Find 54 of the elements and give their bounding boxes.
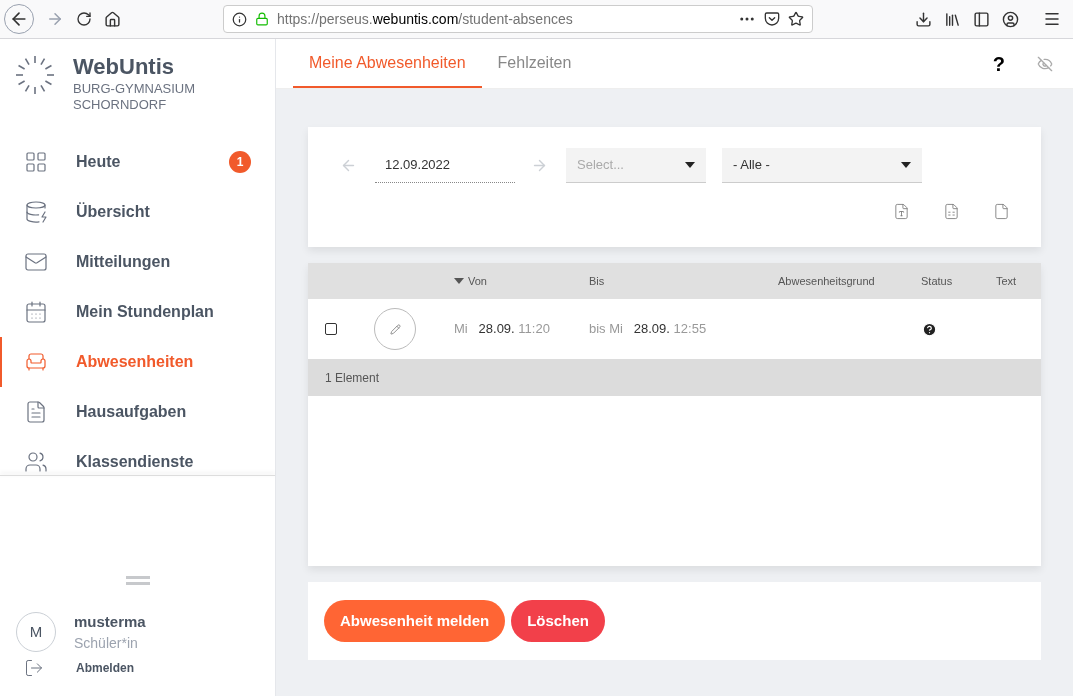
nav-item[interactable]: Mein Stundenplan [0,286,275,337]
count-badge: 1 [229,150,251,173]
url-text: https://perseus.webuntis.com/student-absences [277,9,574,29]
action-button[interactable]: Löschen [511,600,605,642]
school-name: SCHORNDORF [73,96,168,113]
from-date: Mi 28.09. 11:20 [454,320,551,339]
calendar-icon [24,299,48,324]
nav-item[interactable]: Klassendienste [0,436,275,475]
star-icon[interactable] [788,11,804,27]
sidebar-icon[interactable] [973,10,990,28]
logout-link[interactable]: Abmelden [76,659,134,677]
download-icon[interactable] [915,10,932,28]
document-icon [24,399,48,424]
element-count: 1 Element [325,369,380,387]
grid-icon [24,149,48,174]
caret-icon [685,162,695,168]
table-row[interactable]: Mi 28.09. 11:20 bis Mi 28.09. 12:55 [308,299,1041,359]
address-bar[interactable]: https://perseus.webuntis.com/student-absences [223,5,813,33]
column-header[interactable]: Text [996,272,1041,290]
column-header[interactable]: Status [921,272,996,290]
users-icon [24,449,48,474]
home-icon[interactable] [104,10,121,28]
column-header[interactable]: Bis [589,272,778,290]
brand-title: WebUntis [73,53,176,81]
help-link[interactable]: ? [992,48,1005,79]
tab[interactable]: Fehlzeiten [481,40,588,88]
school-name: BURG-GYMNASIUM [73,80,196,97]
status-dropdown[interactable]: - Alle - [722,148,922,183]
pencil-icon [389,323,401,335]
logo-icon [13,53,57,97]
drag-handle-icon[interactable] [125,575,150,585]
user-role: Schüler*in [74,634,139,653]
library-icon[interactable] [944,10,961,28]
row-checkbox[interactable] [325,323,337,335]
help-circle-icon [922,321,937,337]
info-icon [232,11,247,27]
nav-item[interactable]: Mitteilungen [0,236,275,287]
lock-icon [255,12,269,26]
nav-item[interactable]: Übersicht [0,186,275,237]
reload-icon[interactable] [76,11,92,27]
caret-icon [901,162,911,168]
user-name: musterma [74,611,146,632]
pocket-icon[interactable] [764,11,780,27]
sort-caret-icon [454,278,464,284]
column-header[interactable]: Von [454,272,589,290]
date-field[interactable]: 12.09.2022 [375,148,515,183]
logout-icon [24,658,44,678]
nav-item[interactable]: Hausaufgaben [0,386,275,437]
menu-icon[interactable] [1043,10,1061,28]
column-header[interactable]: Abwesenheitsgrund [778,272,921,290]
spreadsheet-file-icon[interactable] [943,203,960,220]
to-date: bis Mi 28.09. 12:55 [589,320,708,339]
account-icon[interactable] [1002,10,1019,28]
nav-item[interactable]: Heute 1 [0,136,275,187]
